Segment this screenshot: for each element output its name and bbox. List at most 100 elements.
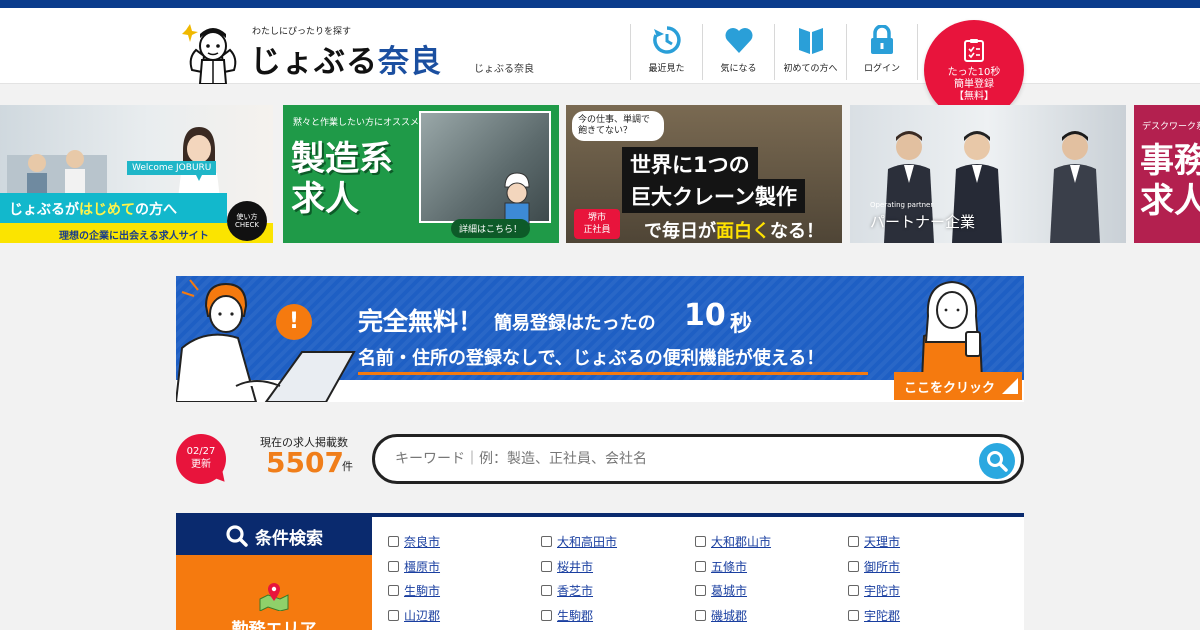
cta-line-1: たった10秒 <box>947 66 1001 78</box>
area-checkbox-item[interactable]: 大和郡山市 <box>695 533 771 550</box>
area-checkbox[interactable] <box>388 560 399 572</box>
area-checkbox[interactable] <box>695 536 706 547</box>
area-checkbox-item[interactable]: 橿原市 <box>388 558 440 575</box>
area-checkbox-label[interactable]: 大和郡山市 <box>711 533 771 550</box>
area-checkbox[interactable] <box>848 585 859 596</box>
area-checkbox[interactable] <box>541 609 552 621</box>
area-checkbox-label[interactable]: 宇陀郡 <box>864 607 900 624</box>
area-checkbox-item[interactable]: 磯城郡 <box>695 607 747 624</box>
area-checkbox-item[interactable]: 生駒市 <box>388 582 440 599</box>
banner-first-time[interactable]: Welcome JOBURU じょぶるがはじめての方へ 理想の企業に出会える求人… <box>0 105 273 243</box>
area-checkbox-label[interactable]: 山辺郡 <box>404 607 440 624</box>
area-checkbox-label[interactable]: 香芝市 <box>557 582 593 599</box>
headline-pre: じょぶるが <box>9 202 79 218</box>
banner-crane[interactable]: 今の仕事、単調で飽きてない？ 世界に1つの 巨大クレーン製作 堺市 正社員 で毎日… <box>566 105 842 243</box>
area-checkbox-label[interactable]: 橿原市 <box>404 558 440 575</box>
corner-arrow-icon <box>1002 378 1018 394</box>
lock-icon <box>865 25 899 55</box>
promo-click-label: ここをクリック <box>904 381 996 396</box>
area-checkbox[interactable] <box>848 609 859 621</box>
area-checkbox[interactable] <box>388 536 399 547</box>
area-checkbox[interactable] <box>541 536 552 547</box>
heart-icon <box>722 25 756 55</box>
area-checkbox-item[interactable]: 宇陀郡 <box>848 607 900 624</box>
area-checkbox[interactable] <box>848 560 859 572</box>
area-checkbox-label[interactable]: 生駒郡 <box>557 607 593 624</box>
area-checkbox-item[interactable]: 山辺郡 <box>388 607 440 624</box>
clipboard-icon <box>964 38 984 62</box>
banner-carousel: Welcome JOBURU じょぶるがはじめての方へ 理想の企業に出会える求人… <box>0 105 1200 243</box>
banner-manufacturing[interactable]: 黙々と作業したい方にオススメ 製造系 求人 詳細はこちら！ <box>283 105 559 243</box>
area-checkbox-item[interactable]: 桜井市 <box>541 558 593 575</box>
partner-caption: パートナー企業 <box>870 213 976 231</box>
condition-search-header: 条件検索 <box>176 517 372 555</box>
banner-detail-link: 詳細はこちら！ <box>451 219 531 238</box>
banner-foot-text: 理想の企業に出会える求人サイト <box>59 231 209 242</box>
area-checkbox-item[interactable]: 香芝市 <box>541 582 593 599</box>
condition-search-panel: 条件検索 勤務エリア 奈良市 大和高田市 大和郡山市 天理市橿原市 桜井市 五條市 御所市生… <box>176 513 1024 630</box>
nav-recently-viewed[interactable]: 最近見た <box>630 24 702 80</box>
promo-seconds-number: 10 <box>684 298 726 333</box>
area-checkbox-item[interactable]: 御所市 <box>848 558 900 575</box>
banner-headline: じょぶるがはじめての方へ <box>9 199 177 219</box>
site-logo[interactable]: わたしにぴったりを探す じょぶる奈良 <box>178 22 458 84</box>
area-checkbox-item[interactable]: 天理市 <box>848 533 900 550</box>
history-icon <box>650 25 684 55</box>
free-register-banner[interactable]: ! 完全無料！ 簡易登録はたったの 10 秒 名前・住所の登録なしで、じょぶるの… <box>176 276 1024 402</box>
area-checkbox-label[interactable]: 大和高田市 <box>557 533 617 550</box>
area-checkbox[interactable] <box>848 536 859 547</box>
area-checkbox-label[interactable]: 生駒市 <box>404 582 440 599</box>
area-checkbox-item[interactable]: 大和高田市 <box>541 533 617 550</box>
area-checkbox-label[interactable]: 桜井市 <box>557 558 593 575</box>
header-nav: 最近見た 気になる 初めての方へ ログイン <box>630 24 918 80</box>
area-checkbox-label[interactable]: 奈良市 <box>404 533 440 550</box>
keyword-search-box <box>372 434 1024 484</box>
keyword-search-input[interactable] <box>395 446 955 472</box>
area-checkbox[interactable] <box>541 585 552 596</box>
area-checkbox-item[interactable]: 葛城市 <box>695 582 747 599</box>
promo-seconds-unit: 秒 <box>730 312 753 337</box>
businessman-illustration <box>1050 131 1100 243</box>
site-name: じょぶる奈良 <box>474 64 534 75</box>
area-checkbox-label[interactable]: 葛城市 <box>711 582 747 599</box>
area-checkbox[interactable] <box>695 585 706 596</box>
banner-headline-1: 製造系 <box>291 139 393 179</box>
area-checkbox-label[interactable]: 五條市 <box>711 558 747 575</box>
area-checkbox-item[interactable]: 宇陀市 <box>848 582 900 599</box>
search-button[interactable] <box>979 443 1015 479</box>
area-checkbox-label[interactable]: 宇陀市 <box>864 582 900 599</box>
area-checkbox[interactable] <box>541 560 552 572</box>
check-badge: 使い方 CHECK <box>227 201 267 241</box>
book-icon <box>794 25 828 55</box>
area-checkbox-item[interactable]: 奈良市 <box>388 533 440 550</box>
nav-first-time[interactable]: 初めての方へ <box>774 24 846 80</box>
nav-favorites[interactable]: 気になる <box>702 24 774 80</box>
logo-wordmark: じょぶる奈良 <box>250 36 442 81</box>
area-checkbox-label[interactable]: 磯城郡 <box>711 607 747 624</box>
nav-label: 初めての方へ <box>783 64 838 74</box>
banner-partner[interactable]: Operating partner パートナー企業 <box>850 105 1126 243</box>
area-checkbox[interactable] <box>388 585 399 596</box>
line3-pre: で毎日が <box>644 221 716 242</box>
nav-login[interactable]: ログイン <box>846 24 918 80</box>
logo-main-text: じょぶる <box>250 44 378 80</box>
promo-title: 完全無料！ <box>358 307 484 336</box>
promo-subtitle: 簡易登録はたったの <box>494 313 656 334</box>
area-checkbox[interactable] <box>695 560 706 572</box>
headline-highlight: はじめて <box>79 202 135 218</box>
area-checkbox-item[interactable]: 五條市 <box>695 558 747 575</box>
area-checkbox-item[interactable]: 生駒郡 <box>541 607 593 624</box>
banner-office[interactable]: デスクワーク系 事務 求人 <box>1134 105 1200 243</box>
promo-click-button[interactable]: ここをクリック <box>894 372 1022 400</box>
banner-headline-3: で毎日が面白くなる！ <box>644 217 824 243</box>
nav-label: 最近見た <box>648 64 685 74</box>
area-checkbox-label[interactable]: 御所市 <box>864 558 900 575</box>
area-checkbox[interactable] <box>388 609 399 621</box>
search-icon <box>226 525 248 547</box>
banner-headline-1: 事務 <box>1140 141 1200 181</box>
area-checkbox-label[interactable]: 天理市 <box>864 533 900 550</box>
stamp-type: 正社員 <box>583 225 611 235</box>
work-area-tab[interactable]: 勤務エリア <box>176 555 372 630</box>
banner-headline-2: 巨大クレーン製作 <box>622 179 805 213</box>
area-checkbox[interactable] <box>695 609 706 621</box>
